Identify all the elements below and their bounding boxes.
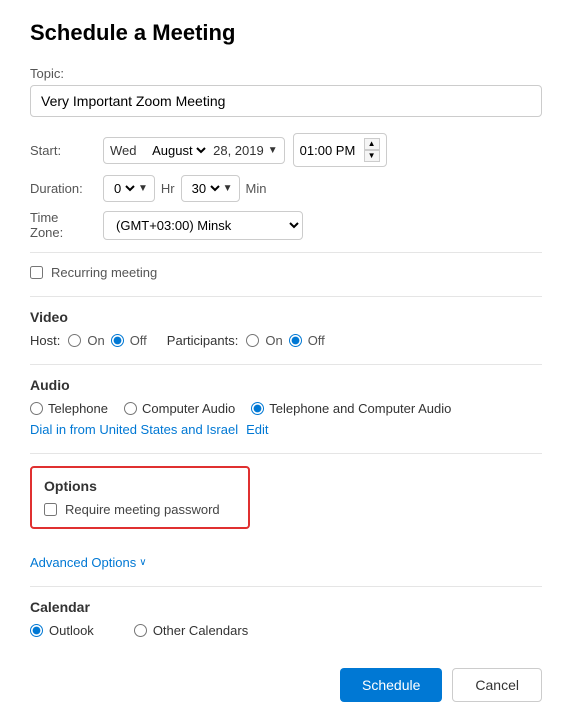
both-audio-radio[interactable]: [251, 402, 264, 415]
bottom-buttons: Schedule Cancel: [30, 668, 542, 702]
telephone-radio[interactable]: [30, 402, 43, 415]
outlook-radio[interactable]: [30, 624, 43, 637]
audio-title: Audio: [30, 377, 542, 393]
duration-label: Duration:: [30, 181, 95, 196]
computer-audio-radio[interactable]: [124, 402, 137, 415]
advanced-options-label: Advanced Options: [30, 555, 136, 570]
hr-label: Hr: [161, 181, 175, 196]
dropdown-arrow-icon: ▼: [138, 183, 148, 194]
telephone-label: Telephone: [48, 401, 108, 416]
recurring-label: Recurring meeting: [51, 265, 157, 280]
start-day: Wed: [110, 143, 137, 158]
both-audio-label: Telephone and Computer Audio: [269, 401, 451, 416]
minutes-dropdown[interactable]: 0153045: [188, 180, 223, 197]
time-down-button[interactable]: ▼: [364, 150, 380, 162]
start-date-picker[interactable]: Wed August 28, 2019 ▼: [103, 137, 285, 164]
calendar-title: Calendar: [30, 599, 542, 615]
schedule-button[interactable]: Schedule: [340, 668, 442, 702]
divider-2: [30, 296, 542, 297]
time-up-button[interactable]: ▲: [364, 138, 380, 150]
cancel-button[interactable]: Cancel: [452, 668, 542, 702]
start-month-select[interactable]: August: [148, 142, 209, 159]
options-box: Options Require meeting password: [30, 466, 250, 529]
dropdown-arrow-icon: ▼: [268, 145, 278, 156]
participants-on-radio[interactable]: [246, 334, 259, 347]
host-off-label: Off: [130, 333, 147, 348]
advanced-options-link[interactable]: Advanced Options ∨: [30, 555, 542, 570]
require-password-checkbox[interactable]: [44, 503, 57, 516]
other-calendars-radio[interactable]: [134, 624, 147, 637]
dial-in-link[interactable]: Dial in from United States and Israel: [30, 422, 238, 437]
chevron-down-icon: ∨: [139, 557, 146, 568]
timezone-label: Time Zone:: [30, 210, 95, 240]
duration-minutes-select[interactable]: 0153045 ▼: [181, 175, 240, 202]
start-label: Start:: [30, 143, 95, 158]
hours-dropdown[interactable]: 012: [110, 180, 138, 197]
dropdown-arrow-icon: ▼: [223, 183, 233, 194]
start-date: 28, 2019: [213, 143, 264, 158]
divider-1: [30, 252, 542, 253]
topic-label: Topic:: [30, 66, 542, 81]
participants-off-radio[interactable]: [289, 334, 302, 347]
edit-link[interactable]: Edit: [246, 422, 268, 437]
divider-3: [30, 364, 542, 365]
host-off-radio[interactable]: [111, 334, 124, 347]
start-time-picker[interactable]: ▲ ▼: [293, 133, 387, 167]
other-calendars-label: Other Calendars: [153, 623, 248, 638]
duration-hours-select[interactable]: 012 ▼: [103, 175, 155, 202]
page-title: Schedule a Meeting: [30, 20, 542, 46]
require-password-label: Require meeting password: [65, 502, 220, 517]
divider-5: [30, 586, 542, 587]
outlook-label: Outlook: [49, 623, 94, 638]
recurring-checkbox[interactable]: [30, 266, 43, 279]
min-label: Min: [246, 181, 267, 196]
host-on-label: On: [87, 333, 104, 348]
host-on-radio[interactable]: [68, 334, 81, 347]
participants-off-label: Off: [308, 333, 325, 348]
computer-audio-label: Computer Audio: [142, 401, 235, 416]
start-time-input[interactable]: [300, 143, 360, 158]
topic-input[interactable]: [30, 85, 542, 117]
video-title: Video: [30, 309, 542, 325]
timezone-select[interactable]: (GMT+03:00) Minsk (GMT+00:00) UTC (GMT-0…: [103, 211, 303, 240]
participants-label: Participants:: [167, 333, 239, 348]
participants-on-label: On: [265, 333, 282, 348]
host-label: Host:: [30, 333, 60, 348]
divider-4: [30, 453, 542, 454]
options-title: Options: [44, 478, 236, 494]
